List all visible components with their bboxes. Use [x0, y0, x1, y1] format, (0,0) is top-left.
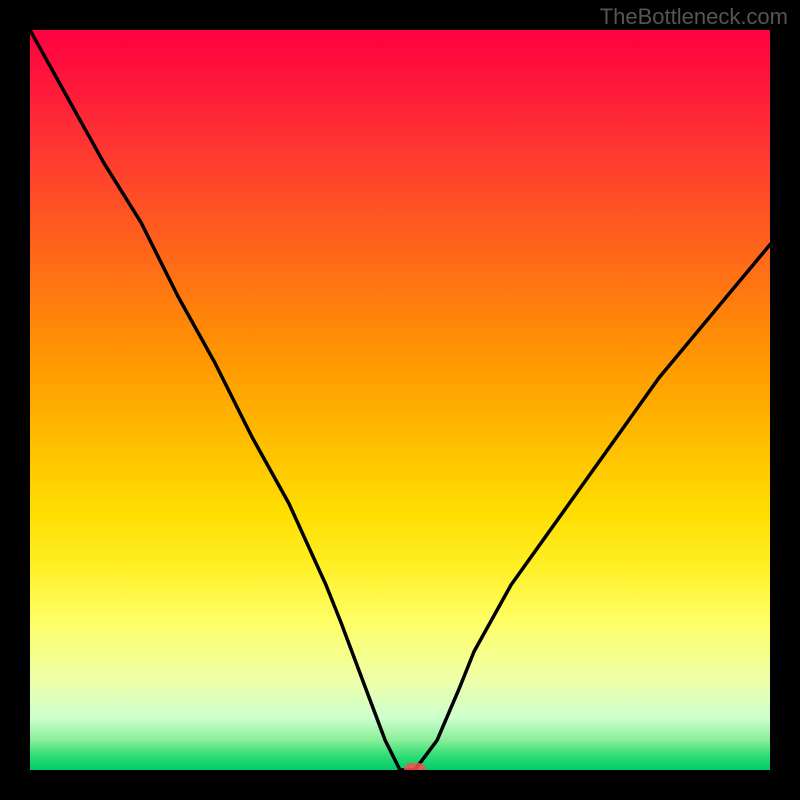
chart-plot-area: [30, 30, 770, 770]
bottleneck-curve: [30, 30, 770, 770]
optimal-point-marker: [404, 763, 426, 770]
watermark-text: TheBottleneck.com: [600, 4, 788, 30]
